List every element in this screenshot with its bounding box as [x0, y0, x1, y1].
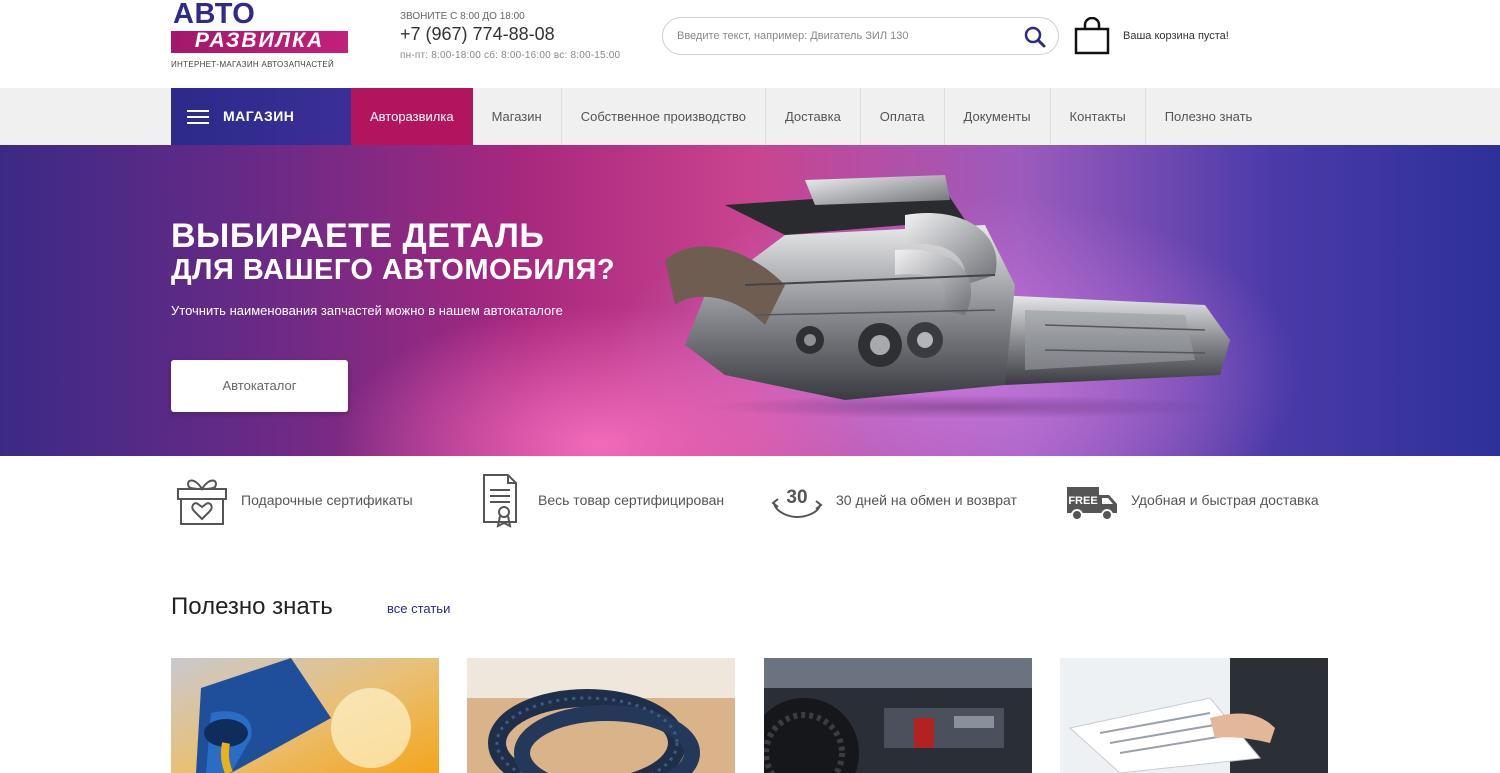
feature-certified: Весь товар сертифицирован	[478, 472, 724, 528]
nav-item-payment[interactable]: Оплата	[861, 88, 945, 145]
search-icon	[1024, 26, 1046, 48]
nav-item-delivery[interactable]: Доставка	[766, 88, 861, 145]
article-image-suspension	[764, 658, 1032, 773]
search-bar	[662, 17, 1059, 55]
contacts-block: ЗВОНИТЕ С 8:00 ДО 18:00 +7 (967) 774-88-…	[400, 11, 660, 61]
nav-item-production[interactable]: Собственное производство	[562, 88, 766, 145]
feature-return-label: 30 дней на обмен и возврат	[836, 492, 1017, 508]
article-card-oil[interactable]	[171, 658, 439, 773]
banner-title: ВЫБИРАЕТЕ ДЕТАЛЬ ДЛЯ ВАШЕГО АВТОМОБИЛЯ?	[171, 218, 615, 288]
shop-catalog-label: МАГАЗИН	[223, 108, 295, 124]
main-nav: МАГАЗИН Авторазвилка Магазин Собственное…	[0, 88, 1500, 145]
feature-return: 30 30 дней на обмен и возврат	[770, 472, 1017, 528]
logo-mid-text: РАЗВИЛКА	[194, 29, 325, 52]
nav-menu: Авторазвилка Магазин Собственное произво…	[351, 88, 1271, 145]
search-button[interactable]	[1022, 24, 1048, 50]
certificate-icon	[483, 474, 517, 528]
free-truck-icon: FREE	[1067, 487, 1117, 521]
article-image-documents	[1060, 658, 1328, 773]
banner-title-line1: ВЫБИРАЕТЕ ДЕТАЛЬ	[171, 217, 545, 255]
nav-item-documents[interactable]: Документы	[945, 88, 1051, 145]
call-hours-label: ЗВОНИТЕ С 8:00 ДО 18:00	[400, 11, 525, 22]
nav-item-avtorazvilka[interactable]: Авторазвилка	[351, 88, 473, 145]
return-30-icon: 30	[771, 487, 823, 519]
article-card-documents[interactable]	[1060, 658, 1328, 773]
working-hours: пн-пт: 8:00-18:00 сб: 8:00-16:00 вс: 8:0…	[400, 50, 621, 61]
banner-title-line2: ДЛЯ ВАШЕГО АВТОМОБИЛЯ?	[171, 254, 616, 286]
shop-catalog-button[interactable]: МАГАЗИН	[171, 88, 351, 145]
free-truck-badge: FREE	[1068, 495, 1097, 507]
shopping-bag-icon[interactable]	[1073, 17, 1111, 55]
feature-gift-label: Подарочные сертификаты	[241, 492, 413, 508]
hero-banner: ВЫБИРАЕТЕ ДЕТАЛЬ ДЛЯ ВАШЕГО АВТОМОБИЛЯ? …	[0, 145, 1500, 456]
useful-section-title: Полезно знать	[171, 593, 333, 620]
feature-gift: Подарочные сертификаты	[175, 472, 413, 528]
feature-certified-label: Весь товар сертифицирован	[538, 492, 725, 508]
nav-item-shop[interactable]: Магазин	[473, 88, 562, 145]
burger-menu-icon	[187, 110, 209, 124]
features-row: Подарочные сертификаты Весь товар сертиф…	[0, 456, 1500, 556]
all-articles-link[interactable]: все статьи	[387, 601, 450, 616]
feature-delivery-label: Удобная и быстрая доставка	[1131, 492, 1319, 508]
site-header: АВТО РАЗВИЛКА ИНТЕРНЕТ-МАГАЗИН АВТОЗАПЧА…	[0, 0, 1500, 88]
logo-subtitle: ИНТЕРНЕТ-МАГАЗИН АВТОЗАПЧАСТЕЙ	[171, 60, 335, 69]
article-image-belt	[467, 658, 735, 773]
nav-item-contacts[interactable]: Контакты	[1051, 88, 1146, 145]
phone-number[interactable]: +7 (967) 774-88-08	[400, 24, 660, 45]
article-card-suspension[interactable]	[764, 658, 1032, 773]
search-input[interactable]	[677, 18, 1017, 54]
logo-top-text: АВТО	[173, 0, 256, 30]
site-logo[interactable]: АВТО РАЗВИЛКА ИНТЕРНЕТ-МАГАЗИН АВТОЗАПЧА…	[171, 0, 351, 75]
cart-status[interactable]: Ваша корзина пуста!	[1123, 30, 1229, 42]
return-30-badge: 30	[786, 487, 807, 508]
article-image-oil	[171, 658, 439, 773]
engine-image	[665, 175, 1230, 419]
article-card-belt[interactable]	[467, 658, 735, 773]
gift-icon	[177, 479, 227, 525]
feature-delivery: FREE Удобная и быстрая доставка	[1065, 472, 1319, 528]
nav-item-useful[interactable]: Полезно знать	[1146, 88, 1272, 145]
banner-subtitle: Уточнить наименования запчастей можно в …	[171, 303, 563, 318]
autocatalog-button[interactable]: Автокаталог	[171, 360, 348, 412]
